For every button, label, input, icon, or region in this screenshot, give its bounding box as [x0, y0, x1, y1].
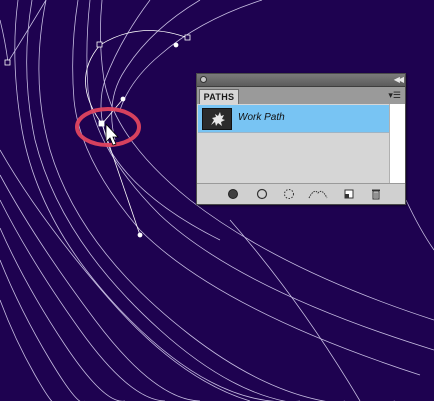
panel-titlebar[interactable]: ◀◀: [197, 74, 405, 87]
path-name-label: Work Path: [238, 112, 285, 123]
scrollbar[interactable]: [389, 104, 405, 185]
direction-handle: [120, 96, 126, 102]
fill-path-icon[interactable]: [226, 187, 240, 200]
delete-path-icon[interactable]: [369, 187, 383, 200]
make-work-path-icon[interactable]: [307, 187, 329, 200]
selected-anchor-point: [98, 120, 105, 127]
load-path-as-selection-icon[interactable]: [282, 187, 296, 200]
anchor-point: [96, 41, 103, 48]
paths-panel: ◀◀ PATHS ▾☰ Work Path: [196, 73, 406, 205]
path-row-work-path[interactable]: Work Path: [198, 105, 389, 133]
anchor-point: [4, 59, 11, 66]
panel-footer: [197, 183, 405, 204]
anchor-point: [184, 34, 191, 41]
stroke-path-icon[interactable]: [255, 187, 269, 200]
tab-paths[interactable]: PATHS: [199, 89, 239, 104]
panel-tab-bar: PATHS ▾☰: [197, 87, 405, 105]
direction-handle: [137, 232, 143, 238]
collapse-panel-icon[interactable]: ◀◀: [394, 74, 404, 86]
direction-handle: [173, 42, 179, 48]
panel-close-button[interactable]: [200, 76, 207, 83]
path-thumbnail-icon: [202, 108, 232, 130]
create-new-path-icon[interactable]: [342, 187, 356, 200]
panel-menu-icon[interactable]: ▾☰: [388, 90, 401, 100]
